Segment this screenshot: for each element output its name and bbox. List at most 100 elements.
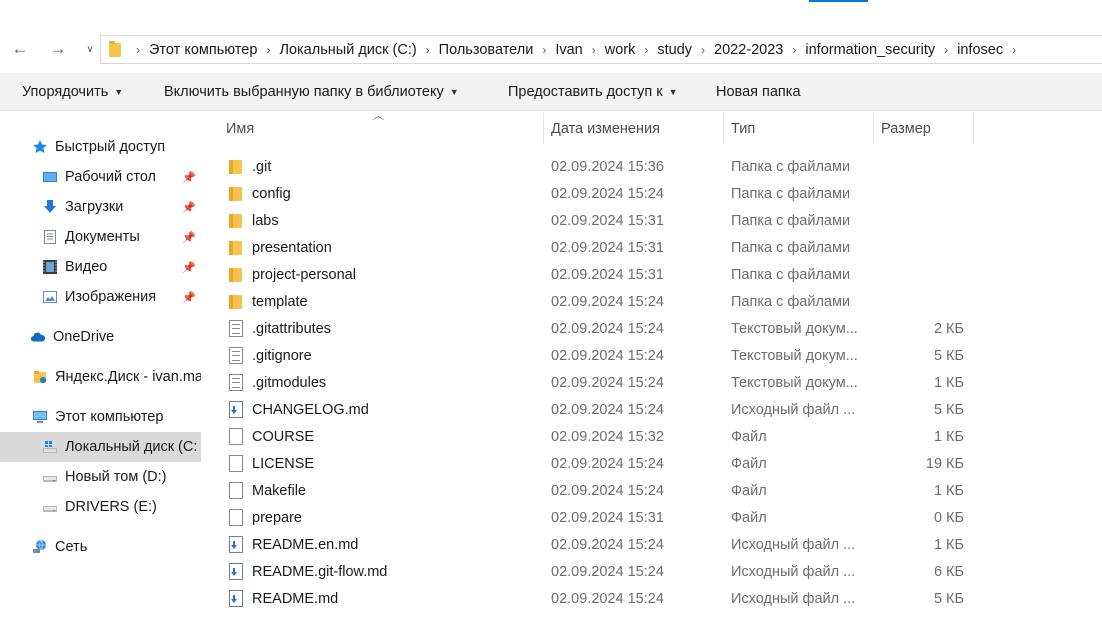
sidebar-item-disk-e[interactable]: DRIVERS (E:) — [0, 492, 201, 522]
file-name: README.md — [252, 590, 339, 607]
folder-icon — [228, 153, 244, 180]
breadcrumb-separator-icon[interactable]: › — [783, 43, 805, 57]
breadcrumb-item[interactable]: Этот компьютер — [149, 42, 257, 58]
table-row[interactable]: template 02.09.2024 15:24 Папка с файлами — [222, 288, 982, 315]
include-library-menu-button[interactable]: Включить выбранную папку в библиотеку ▼ — [164, 73, 459, 111]
sidebar-item-label: Видео — [65, 259, 108, 275]
table-row[interactable]: README.en.md 02.09.2024 15:24 Исходный фай… — [222, 531, 982, 558]
table-row[interactable]: Makefile 02.09.2024 15:24 Файл 1 КБ — [222, 477, 982, 504]
back-arrow-icon[interactable]: ← — [8, 38, 32, 60]
recent-locations-chevron-icon[interactable]: ∨ — [82, 38, 98, 60]
breadcrumb-item[interactable]: work — [605, 42, 636, 58]
breadcrumb-item[interactable]: 2022-2023 — [714, 42, 783, 58]
table-row[interactable]: presentation 02.09.2024 15:31 Папка с файл… — [222, 234, 982, 261]
table-row[interactable]: project-personal 02.09.2024 15:31 Папка с … — [222, 261, 982, 288]
breadcrumb-separator-icon[interactable]: › — [583, 43, 605, 57]
pin-icon[interactable]: 📌 — [182, 201, 196, 214]
sidebar-item-images[interactable]: Изображения 📌 — [0, 282, 201, 312]
file-type: Исходный файл ... — [731, 590, 856, 607]
command-bar: Упорядочить ▼ Включить выбранную папку в … — [0, 73, 1102, 111]
breadcrumb-separator-icon[interactable]: › — [127, 43, 149, 57]
table-row[interactable]: .gitmodules 02.09.2024 15:24 Текстовый док… — [222, 369, 982, 396]
sidebar-item-network[interactable]: Сеть — [0, 532, 201, 562]
pin-icon[interactable]: 📌 — [182, 231, 196, 244]
sidebar-item-desktop[interactable]: Рабочий стол 📌 — [0, 162, 201, 192]
column-header-type[interactable]: Тип — [725, 113, 873, 144]
file-date: 02.09.2024 15:24 — [551, 563, 664, 580]
column-divider[interactable] — [543, 113, 544, 144]
file-name: README.git-flow.md — [252, 563, 388, 580]
sidebar-item-yandex-disk[interactable]: Яндекс.Диск - ivan.ma — [0, 362, 201, 392]
breadcrumb-separator-icon[interactable]: › — [417, 43, 439, 57]
sidebar-item-disk-c[interactable]: Локальный диск (C: — [0, 432, 201, 462]
file-type: Исходный файл ... — [731, 536, 856, 553]
breadcrumb-item[interactable]: infosec — [957, 42, 1003, 58]
column-divider[interactable] — [973, 113, 974, 144]
text-document-icon — [228, 342, 244, 369]
table-row[interactable]: COURSE 02.09.2024 15:32 Файл 1 КБ — [222, 423, 982, 450]
table-row[interactable]: README.md 02.09.2024 15:24 Исходный файл .… — [222, 585, 982, 612]
breadcrumb-item[interactable]: Локальный диск (C:) — [279, 42, 416, 58]
source-file-icon — [228, 531, 244, 558]
sidebar-item-disk-d[interactable]: Новый том (D:) — [0, 462, 201, 492]
table-row[interactable]: README.git-flow.md 02.09.2024 15:24 Исходн… — [222, 558, 982, 585]
folder-icon — [228, 180, 244, 207]
breadcrumb-separator-icon[interactable]: › — [935, 43, 957, 57]
file-type: Исходный файл ... — [731, 563, 856, 580]
new-folder-button[interactable]: Новая папка — [716, 73, 801, 111]
breadcrumb-separator-icon[interactable]: › — [1003, 43, 1025, 57]
pin-icon[interactable]: 📌 — [182, 291, 196, 304]
file-size: 5 КБ — [933, 590, 964, 607]
file-size: 1 КБ — [933, 536, 964, 553]
table-row[interactable]: .gitignore 02.09.2024 15:24 Текстовый доку… — [222, 342, 982, 369]
breadcrumb-separator-icon[interactable]: › — [635, 43, 657, 57]
sidebar-item-label: Яндекс.Диск - ivan.ma — [55, 369, 201, 385]
breadcrumb-separator-icon[interactable]: › — [257, 43, 279, 57]
file-size: 6 КБ — [933, 563, 964, 580]
forward-arrow-icon[interactable]: → — [46, 38, 70, 60]
column-header-name[interactable]: Имя — [220, 113, 543, 144]
organize-menu-button[interactable]: Упорядочить ▼ — [22, 73, 123, 111]
file-date: 02.09.2024 15:24 — [551, 536, 664, 553]
sidebar-item-quick-access[interactable]: Быстрый доступ — [0, 132, 201, 162]
column-header-date[interactable]: Дата изменения — [545, 113, 723, 144]
folder-icon — [228, 234, 244, 261]
table-row[interactable]: CHANGELOG.md 02.09.2024 15:24 Исходный фай… — [222, 396, 982, 423]
file-date: 02.09.2024 15:24 — [551, 401, 664, 418]
breadcrumb-item[interactable]: Ivan — [555, 42, 582, 58]
sidebar-item-downloads[interactable]: Загрузки 📌 — [0, 192, 201, 222]
breadcrumb-item[interactable]: Пользователи — [439, 42, 534, 58]
table-row[interactable]: .git 02.09.2024 15:36 Папка с файлами — [222, 153, 982, 180]
network-icon — [32, 539, 48, 555]
pin-icon[interactable]: 📌 — [182, 261, 196, 274]
column-divider[interactable] — [873, 113, 874, 144]
file-date: 02.09.2024 15:31 — [551, 212, 664, 229]
table-row[interactable]: labs 02.09.2024 15:31 Папка с файлами — [222, 207, 982, 234]
file-size — [880, 180, 964, 207]
breadcrumb-separator-icon[interactable]: › — [692, 43, 714, 57]
table-row[interactable]: .gitattributes 02.09.2024 15:24 Текстовый … — [222, 315, 982, 342]
column-header-size[interactable]: Размер — [875, 113, 973, 144]
table-row[interactable]: LICENSE 02.09.2024 15:24 Файл 19 КБ — [222, 450, 982, 477]
pin-icon[interactable]: 📌 — [182, 171, 196, 184]
file-name: presentation — [252, 239, 332, 256]
blank-file-icon — [228, 504, 244, 531]
address-bar[interactable]: › Этот компьютер › Локальный диск (C:) › Поль… — [100, 35, 1102, 64]
file-name: config — [252, 185, 291, 202]
sidebar-item-this-pc[interactable]: Этот компьютер — [0, 402, 201, 432]
sidebar-item-documents[interactable]: Документы 📌 — [0, 222, 201, 252]
sidebar-item-label: Новый том (D:) — [65, 469, 167, 485]
share-menu-button[interactable]: Предоставить доступ к ▼ — [508, 73, 678, 111]
table-row[interactable]: prepare 02.09.2024 15:31 Файл 0 КБ — [222, 504, 982, 531]
breadcrumb-item[interactable]: information_security — [805, 42, 935, 58]
file-name: COURSE — [252, 428, 315, 445]
sidebar-item-label: OneDrive — [53, 329, 115, 345]
sidebar-item-video[interactable]: Видео 📌 — [0, 252, 201, 282]
sidebar-item-onedrive[interactable]: OneDrive — [0, 322, 201, 352]
file-size: 2 КБ — [933, 320, 964, 337]
column-divider[interactable] — [723, 113, 724, 144]
organize-label: Упорядочить — [22, 84, 109, 100]
breadcrumb-separator-icon[interactable]: › — [533, 43, 555, 57]
table-row[interactable]: config 02.09.2024 15:24 Папка с файлами — [222, 180, 982, 207]
breadcrumb-item[interactable]: study — [657, 42, 692, 58]
